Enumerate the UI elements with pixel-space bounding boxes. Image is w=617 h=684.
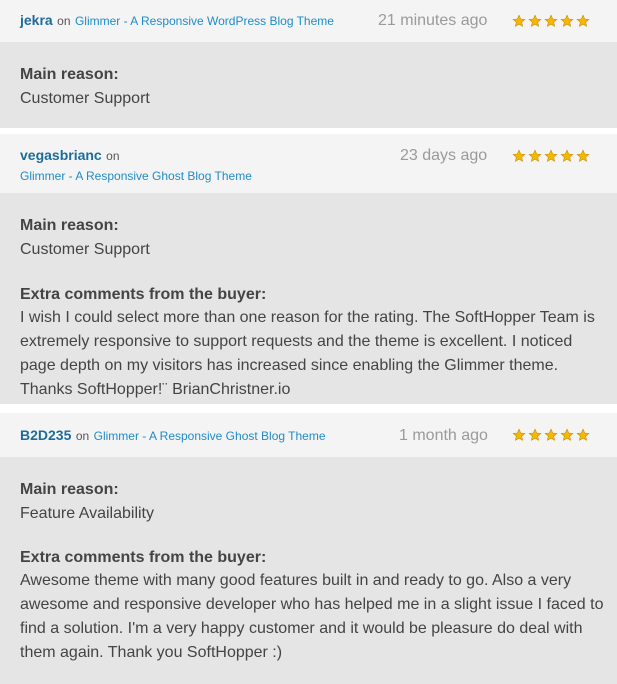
review-username[interactable]: B2D235 [20, 427, 71, 443]
star-icon [560, 428, 574, 441]
star-icon [560, 149, 574, 162]
review-rating [512, 149, 590, 163]
review-item-link[interactable]: Glimmer - A Responsive Ghost Blog Theme [20, 169, 252, 183]
main-reason-label: Main reason: [20, 481, 119, 498]
star-icon [528, 428, 542, 441]
extra-comments-label: Extra comments from the buyer: [20, 286, 267, 303]
review-body: Main reason: Feature Availability Extra … [0, 457, 617, 684]
star-icon [512, 14, 526, 27]
extra-comments-text: I wish I could select more than one reas… [20, 309, 595, 398]
review-time: 21 minutes ago [378, 12, 488, 29]
main-reason-label: Main reason: [20, 217, 119, 234]
review-body: Main reason: Customer Support [0, 42, 617, 128]
star-icon [576, 149, 590, 162]
star-icon [560, 14, 574, 27]
review-time: 23 days ago [400, 147, 488, 164]
star-icon [528, 149, 542, 162]
review-item-link[interactable]: Glimmer - A Responsive WordPress Blog Th… [75, 14, 334, 28]
review-header: jekra on Glimmer - A Responsive WordPres… [0, 0, 617, 42]
main-reason-value: Customer Support [20, 241, 150, 258]
review-time: 1 month ago [399, 427, 488, 444]
review-username[interactable]: vegasbrianc [20, 147, 102, 163]
star-icon [576, 428, 590, 441]
star-icon [512, 149, 526, 162]
extra-comments-text: Awesome theme with many good features bu… [20, 572, 604, 661]
review-body: Main reason: Customer Support Extra comm… [0, 193, 617, 404]
star-icon [576, 14, 590, 27]
extra-comments-label: Extra comments from the buyer: [20, 549, 267, 566]
review-header: vegasbrianc on Glimmer - A Responsive Gh… [0, 134, 617, 193]
main-reason-value: Customer Support [20, 90, 150, 107]
review-rating [512, 14, 590, 28]
review-header: B2D235 on Glimmer - A Responsive Ghost B… [0, 413, 617, 457]
star-icon [544, 149, 558, 162]
main-reason-value: Feature Availability [20, 505, 154, 522]
star-icon [528, 14, 542, 27]
review-on-text: on [75, 429, 90, 443]
star-icon [544, 428, 558, 441]
review-on-text: on [57, 14, 71, 28]
review-rating [512, 428, 590, 442]
review-item-link[interactable]: Glimmer - A Responsive Ghost Blog Theme [94, 429, 326, 443]
review-username[interactable]: jekra [20, 12, 53, 28]
review-on-text: on [106, 149, 120, 163]
main-reason-label: Main reason: [20, 66, 119, 83]
star-icon [512, 428, 526, 441]
star-icon [544, 14, 558, 27]
